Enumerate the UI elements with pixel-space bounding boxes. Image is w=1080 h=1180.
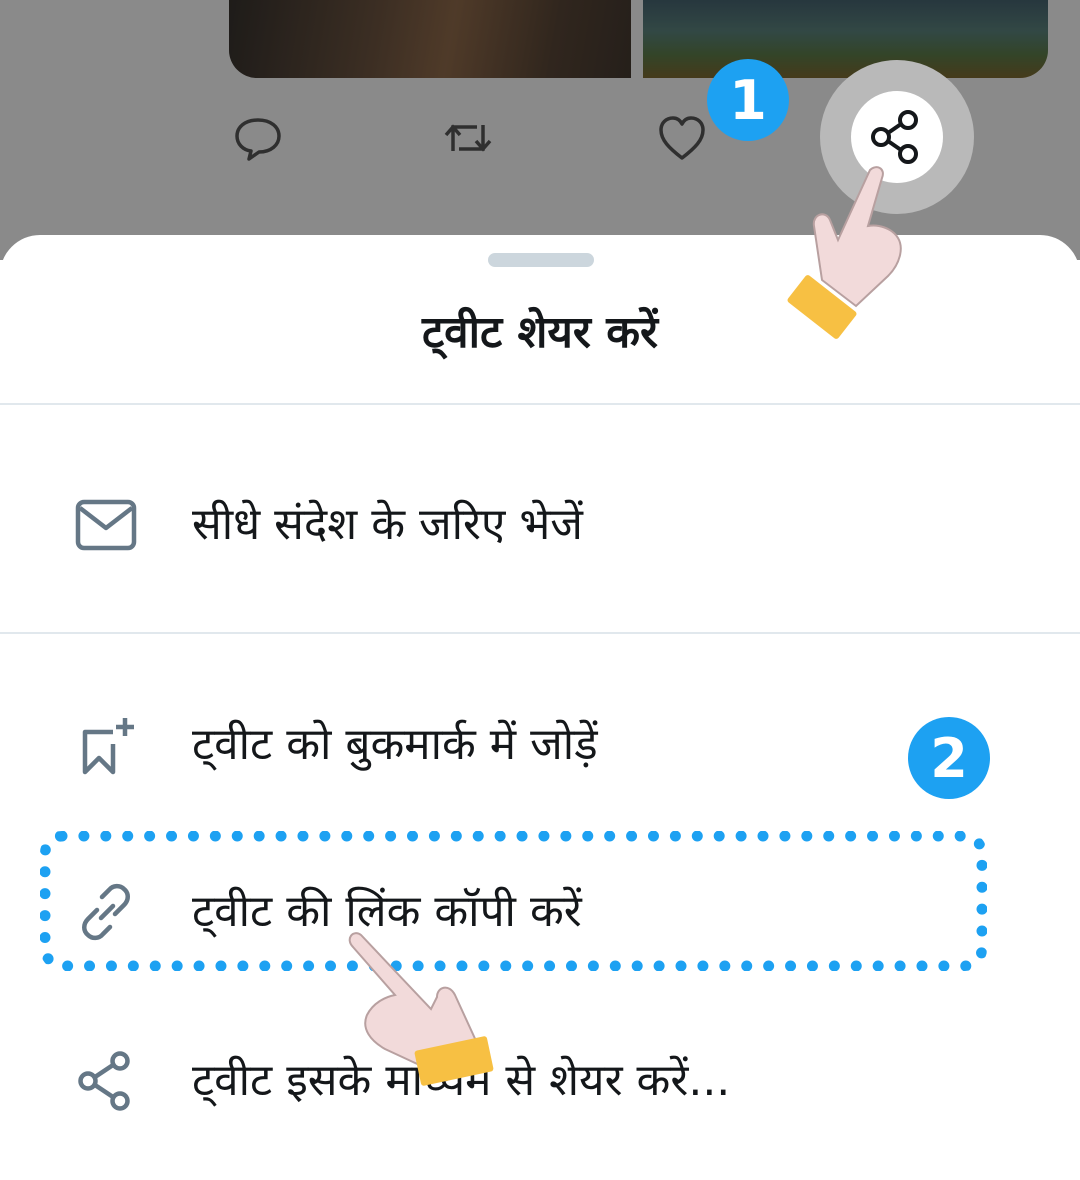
share-sheet: ट्वीट शेयर करें सीधे संदेश के जरिए भेजें…	[0, 235, 1080, 1180]
share-icon	[78, 1051, 130, 1111]
sheet-drag-handle[interactable]	[488, 253, 594, 267]
menu-item-share-via[interactable]: ट्वीट इसके माध्यम से शेयर करें...	[0, 1026, 1080, 1136]
menu-item-label: सीधे संदेश के जरिए भेजें	[192, 499, 583, 550]
menu-item-direct-message[interactable]: सीधे संदेश के जरिए भेजें	[0, 470, 1080, 580]
reply-icon[interactable]	[233, 113, 283, 163]
heart-icon[interactable]	[657, 113, 707, 163]
hand-pointer-icon	[348, 932, 494, 1086]
menu-item-label: ट्वीट को बुकमार्क में जोड़ें	[192, 719, 598, 770]
hand-pointer-icon	[787, 166, 902, 339]
retweet-icon[interactable]	[443, 113, 493, 163]
divider	[0, 632, 1080, 634]
tweet-photo-right[interactable]	[643, 0, 1048, 78]
envelope-icon	[75, 499, 137, 551]
step-badge-1: 1	[707, 59, 789, 141]
divider	[0, 403, 1080, 405]
copy-link-highlight-outline	[40, 831, 987, 971]
step-badge-2: 2	[908, 717, 990, 799]
tweet-photo-left[interactable]	[229, 0, 631, 78]
bookmark-add-icon	[82, 718, 134, 775]
